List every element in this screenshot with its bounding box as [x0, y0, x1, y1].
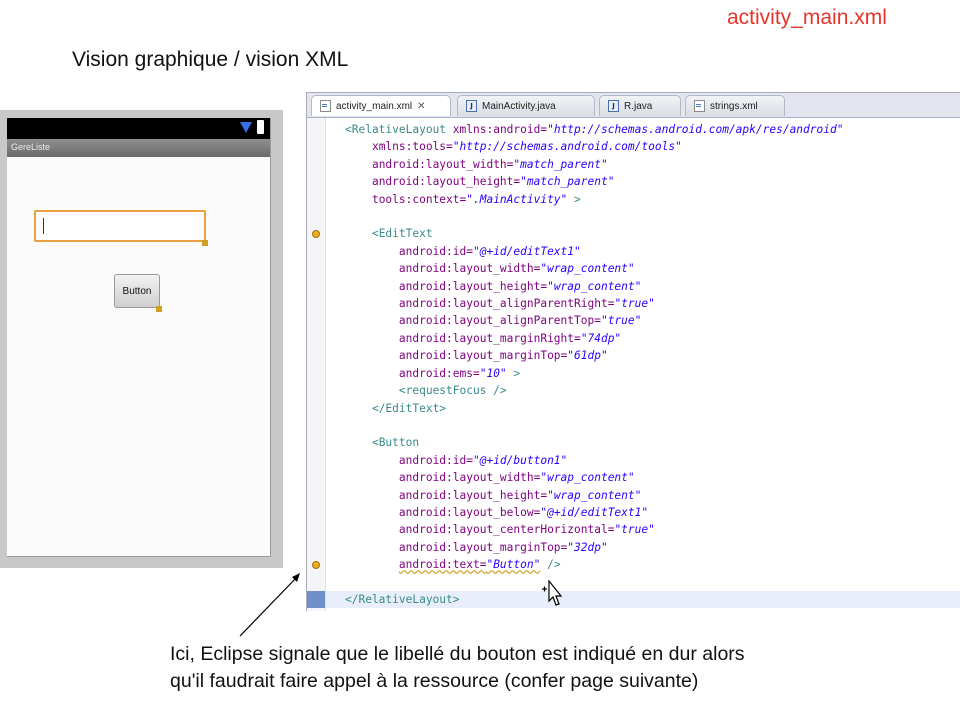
xml-file-icon — [694, 100, 705, 112]
caption-line: qu'il faudrait faire appel à la ressourc… — [170, 670, 699, 692]
code-token: xmlns:tools= — [371, 140, 453, 154]
preview-edittext[interactable] — [34, 210, 206, 242]
slide-caption: Ici, Eclipse signale que le libellé du b… — [170, 641, 930, 695]
code-token: <Button — [371, 436, 420, 450]
code-token: > — [567, 192, 581, 206]
code-token: "32dp" — [567, 540, 608, 554]
code-token: android:layout_below= — [398, 505, 541, 519]
code-token: "74dp" — [580, 331, 622, 345]
tab-strings-xml[interactable]: strings.xml — [685, 95, 785, 116]
tab-label: R.java — [624, 100, 653, 112]
device-screen: GereListe Button — [7, 118, 271, 557]
code-token: android:layout_marginTop= — [398, 349, 568, 363]
edittext-warning-icon — [202, 240, 208, 246]
tab-r-java[interactable]: J R.java — [599, 95, 681, 116]
tab-mainactivity-java[interactable]: J MainActivity.java — [457, 95, 595, 116]
code-token: android:layout_alignParentRight= — [398, 297, 615, 311]
code-token: "10" — [479, 366, 507, 380]
annotation-arrow — [239, 573, 300, 637]
code-token: </RelativeLayout> — [345, 592, 460, 606]
code-token: "wrap_content" — [547, 279, 642, 293]
code-token: "match_parent" — [520, 175, 615, 189]
xml-source[interactable]: <RelativeLayout xmlns:android="http://sc… — [345, 121, 843, 608]
close-icon[interactable]: ✕ — [417, 101, 425, 112]
code-token: "match_parent" — [513, 157, 608, 171]
code-token: android:layout_marginRight= — [398, 331, 581, 345]
tab-label: strings.xml — [710, 100, 758, 112]
code-token: android:layout_width= — [371, 157, 514, 171]
code-token: "true" — [614, 297, 655, 311]
xml-file-icon — [320, 100, 331, 112]
editor-tab-bar: activity_main.xml ✕ J MainActivity.java … — [307, 93, 960, 118]
signal-icon — [240, 121, 252, 133]
code-token: "http://schemas.android.com/tools" — [452, 140, 682, 154]
code-token: android:ems= — [398, 366, 480, 380]
code-token: android:id= — [398, 244, 473, 258]
status-bar — [7, 118, 270, 139]
code-token: <EditText — [371, 227, 433, 241]
button-text-warning-icon[interactable] — [312, 561, 320, 569]
current-line-marker — [307, 591, 325, 608]
code-token: "true" — [614, 523, 655, 537]
xml-editor: activity_main.xml ✕ J MainActivity.java … — [306, 92, 960, 611]
code-token: android:layout_centerHorizontal= — [398, 523, 615, 537]
code-token: "@+id/editText1" — [472, 244, 581, 258]
code-token: android:layout_height= — [398, 279, 548, 293]
tab-label: MainActivity.java — [482, 100, 556, 112]
java-file-icon: J — [608, 100, 619, 112]
code-token: "61dp" — [567, 349, 608, 363]
code-token: android:layout_width= — [398, 471, 541, 485]
caption-line: Ici, Eclipse signale que le libellé du b… — [170, 643, 745, 665]
code-token: "http://schemas.android.com/apk/res/andr… — [547, 123, 844, 136]
battery-icon — [257, 120, 264, 134]
tab-label: activity_main.xml — [336, 100, 413, 112]
preview-button[interactable]: Button — [114, 274, 160, 308]
code-token: <RelativeLayout — [345, 123, 447, 136]
app-title-bar: GereListe — [7, 139, 270, 157]
code-token: "wrap_content" — [547, 488, 642, 502]
slide-corner-title: activity_main.xml — [727, 6, 887, 29]
code-token: ".MainActivity" — [466, 192, 568, 206]
code-token: /> — [540, 558, 561, 572]
code-token: "wrap_content" — [540, 262, 635, 276]
code-token: "@+id/button1" — [472, 453, 568, 467]
code-token: tools:context= — [371, 192, 467, 206]
code-token: "@+id/editText1" — [540, 505, 649, 519]
code-token: android:layout_height= — [398, 488, 548, 502]
code-token: android:layout_height= — [371, 175, 521, 189]
code-token: android:layout_alignParentTop= — [398, 314, 601, 328]
java-file-icon: J — [466, 100, 477, 112]
edittext-warning-icon[interactable] — [312, 230, 320, 238]
code-token: android:layout_width= — [398, 262, 541, 276]
text-caret — [43, 218, 44, 234]
code-token: <requestFocus /> — [398, 384, 507, 398]
hardcoded-text-value: "Button" — [486, 558, 541, 572]
graphical-layout-preview: GereListe Button — [0, 110, 283, 568]
code-token: "true" — [600, 314, 642, 328]
editor-gutter — [307, 118, 326, 611]
code-token: "wrap_content" — [540, 471, 635, 485]
app-title: GereListe — [11, 142, 51, 152]
mouse-cursor-icon — [542, 580, 563, 606]
code-token: > — [506, 366, 521, 380]
code-token: android:id= — [398, 453, 473, 467]
tab-activity-main-xml[interactable]: activity_main.xml ✕ — [311, 95, 451, 116]
hardcoded-text-warning: android:text= — [398, 558, 487, 572]
slide-heading: Vision graphique / vision XML — [72, 48, 349, 71]
code-token: xmlns:android= — [452, 123, 548, 136]
code-token: </EditText> — [371, 401, 447, 415]
code-token: android:layout_marginTop= — [398, 540, 568, 554]
button-warning-icon — [156, 306, 162, 312]
